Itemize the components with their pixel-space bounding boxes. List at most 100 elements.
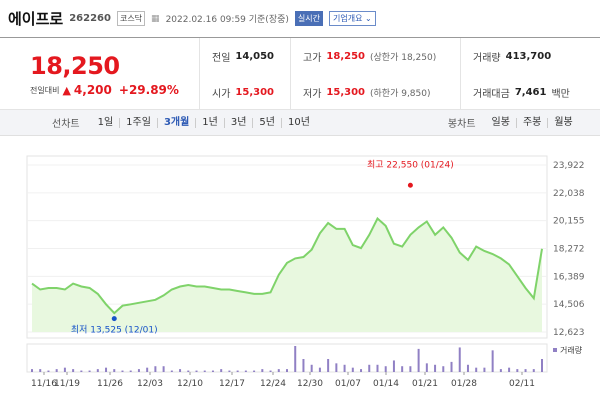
volume-bar [368,364,371,372]
volume-bar [113,369,116,372]
volume-bar [253,370,256,372]
stat-sub: (하한가 9,850) [370,88,431,99]
volume-bar [508,367,511,372]
market-badge: 코스닥 [116,11,146,26]
stat-label: 거래량 [473,52,501,64]
y-tick-label: 22,038 [553,189,585,199]
y-tick-label: 18,272 [553,245,585,255]
volume-bar [187,370,190,372]
period-1w[interactable]: 1주일 [119,117,157,128]
period-1d[interactable]: 1일 [92,117,120,128]
candle-daily[interactable]: 일봉 [486,117,516,128]
period-5y[interactable]: 5년 [252,117,281,128]
volume-bar [335,363,338,372]
volume-bar [524,369,527,372]
volume-bar [475,367,478,372]
stat-label: 시가 [212,88,231,100]
volume-bar [450,361,453,372]
stat-value: 14,050 [235,50,274,62]
stock-header: 에이프로 262260 코스닥 ▦ 2022.02.16 09:59 기준(장중… [0,0,600,38]
timestamp: 2022.02.16 09:59 기준(장중) [165,15,289,25]
high-annotation: 최고 22,550 (01/24) [367,159,454,170]
period-bar: 선차트 1일 1주일 3개월 1년 3년 5년 10년 봉차트 일봉 주봉 월봉 [0,110,600,136]
stat-prev-close: 전일 14,050 [200,38,290,74]
period-10y[interactable]: 10년 [280,117,316,128]
low-point-marker [111,316,117,322]
stock-code: 262260 [69,13,111,24]
volume-bar [211,370,214,372]
realtime-button[interactable]: 실시간 [294,11,323,26]
x-tick-label: 12/03 [137,379,163,389]
stat-value: 15,300 [235,86,274,98]
stat-value: 15,300 [326,86,365,98]
volume-bar [63,367,66,372]
volume-bar [425,363,428,372]
x-tick-label: 12/10 [177,379,203,389]
volume-bar [179,369,182,372]
company-info-button[interactable]: 기업개요 ⌄ [329,11,376,26]
volume-bar [72,369,75,372]
volume-bar [228,370,231,372]
high-point-marker [407,182,413,188]
volume-bar [499,369,502,372]
x-tick-label: 12/24 [260,379,286,389]
volume-bar [47,370,50,372]
price-chart: 최고 22,550 (01/24) 최저 13,525 (12/01) 거래량 2… [0,136,600,402]
volume-bar [392,360,395,372]
candle-monthly[interactable]: 월봉 [547,117,578,128]
volume-bar [532,369,535,372]
volume-bar [236,370,239,372]
volume-frame [26,343,548,373]
stat-open: 시가 15,300 [200,74,290,110]
volume-bar [310,364,313,372]
volume-bar [96,369,99,372]
volume-bar [39,369,42,372]
x-tick-label: 01/21 [412,379,438,389]
x-tick-label: 01/07 [335,379,361,389]
volume-bar [269,370,272,372]
volume-bar [129,370,132,372]
volume-bar [294,346,297,372]
volume-bar [146,367,149,372]
volume-bar [351,367,354,372]
candle-weekly[interactable]: 주봉 [515,117,547,128]
period-3y[interactable]: 3년 [223,117,253,128]
volume-bar [121,370,124,372]
stat-label: 저가 [303,88,322,100]
period-1y[interactable]: 1년 [195,117,224,128]
stat-amount: 거래대금 7,461 백만 [460,74,600,110]
volume-bar [318,367,321,372]
stat-value: 7,461 [514,86,547,98]
volume-bar [434,364,437,372]
volume-bar [409,366,412,372]
x-tick-label: 01/14 [373,379,399,389]
x-tick-label: 11/19 [54,379,80,389]
volume-bar [541,359,543,372]
x-tick-label: 11/26 [97,379,123,389]
volume-bar [162,366,165,372]
volume-bar [417,348,420,372]
price-box: 18,250 전일대비 ▲ 4,200 +29.89% [0,38,200,109]
x-tick-label: 12/30 [297,379,323,389]
y-tick-label: 14,506 [553,300,585,310]
low-annotation: 최저 13,525 (12/01) [71,325,158,336]
volume-bar [491,350,494,372]
stat-sub: (상한가 18,250) [370,52,437,63]
volume-bar [55,369,58,372]
stat-label: 전일 [212,52,231,64]
change-label: 전일대비 [30,85,60,95]
upper-limit-arrow-icon: ▲ [62,83,71,97]
stat-low: 저가 15,300 (하한가 9,850) [290,74,460,110]
stat-value: 413,700 [505,50,552,62]
volume-bar [458,347,461,372]
period-3m[interactable]: 3개월 [156,117,195,128]
volume-bar [31,369,33,372]
stat-volume: 거래량 413,700 [460,38,600,74]
stat-unit: 백만 [551,88,570,100]
stat-value: 18,250 [326,50,365,62]
volume-bar [466,364,469,372]
volume-bar [302,359,305,372]
volume-bar [483,367,486,372]
volume-bar [327,359,330,372]
volume-bar [170,370,173,372]
